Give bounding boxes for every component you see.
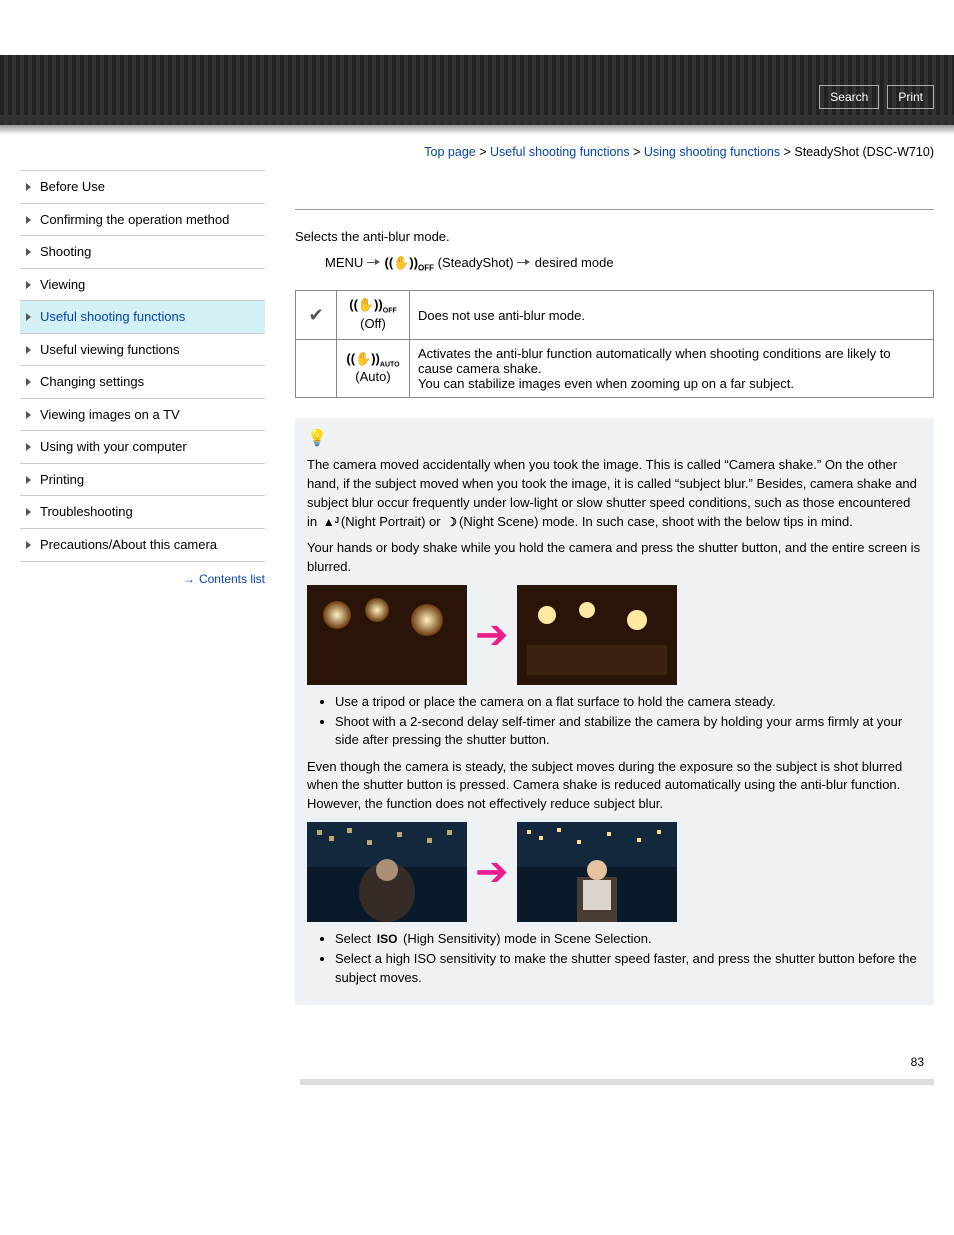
sidebar-item[interactable]: Viewing — [20, 269, 265, 302]
mode-cell: ((✋))AUTO(Auto) — [337, 340, 410, 398]
sidebar-item[interactable]: Shooting — [20, 236, 265, 269]
desc-cell: Activates the anti-blur function automat… — [410, 340, 934, 398]
check-cell — [296, 340, 337, 398]
header-band: Search Print — [0, 55, 954, 125]
desc-cell: Does not use anti-blur mode. — [410, 291, 934, 340]
tips-list-1: Use a tripod or place the camera on a fl… — [307, 693, 922, 750]
list-item: Select a high ISO sensitivity to make th… — [335, 950, 922, 986]
breadcrumb: Top page > Useful shooting functions > U… — [295, 145, 934, 159]
arrow-right-large-icon: ➔ — [467, 612, 517, 658]
sidebar-item[interactable]: Confirming the operation method — [20, 204, 265, 237]
check-icon: ✔ — [308, 305, 323, 325]
sidebar-item[interactable]: Useful shooting functions — [20, 301, 265, 334]
footer-bar — [300, 1079, 934, 1085]
page-number: 83 — [0, 1045, 954, 1079]
blurred-room-image — [307, 585, 467, 685]
arrow-right-large-icon: ➔ — [467, 849, 517, 895]
steadyshot-off-icon: ((✋))OFF — [385, 255, 435, 273]
breadcrumb-top[interactable]: Top page — [424, 145, 475, 159]
arrow-right-icon — [517, 254, 531, 269]
breadcrumb-l2[interactable]: Using shooting functions — [644, 145, 780, 159]
modes-table: ✔ ((✋))OFF(Off)Does not use anti-blur mod… — [295, 290, 934, 398]
subject-blur-illustration: ➔ — [307, 822, 922, 922]
arrow-right-icon — [367, 254, 381, 269]
steadyshot-off-icon: ((✋))OFF — [349, 297, 397, 316]
steadyshot-auto-icon: ((✋))AUTO — [346, 351, 399, 370]
table-row: ((✋))AUTO(Auto)Activates the anti-blur f… — [296, 340, 934, 398]
tip-paragraph-2: Your hands or body shake while you hold … — [307, 539, 922, 577]
sidebar: Before UseConfirming the operation metho… — [20, 170, 265, 586]
sharp-room-image — [517, 585, 677, 685]
list-item: Shoot with a 2-second delay self-timer a… — [335, 713, 922, 749]
sidebar-item[interactable]: Printing — [20, 464, 265, 497]
camera-shake-illustration: ➔ — [307, 585, 922, 685]
mode-cell: ((✋))OFF(Off) — [337, 291, 410, 340]
main-content: Top page > Useful shooting functions > U… — [295, 145, 934, 1005]
tips-list-2: Select ISO (High Sensitivity) mode in Sc… — [307, 930, 922, 987]
breadcrumb-l1[interactable]: Useful shooting functions — [490, 145, 630, 159]
night-portrait-icon: ▲ᴶ — [321, 514, 341, 531]
night-scene-icon: ☽ — [444, 514, 459, 531]
contents-list-link[interactable]: →Contents list — [20, 572, 265, 586]
sidebar-item[interactable]: Using with your computer — [20, 431, 265, 464]
table-row: ✔ ((✋))OFF(Off)Does not use anti-blur mod… — [296, 291, 934, 340]
iso-icon: ISO — [375, 931, 400, 948]
print-button[interactable]: Print — [887, 85, 934, 109]
sidebar-item[interactable]: Troubleshooting — [20, 496, 265, 529]
list-item: Use a tripod or place the camera on a fl… — [335, 693, 922, 711]
list-item: Select ISO (High Sensitivity) mode in Sc… — [335, 930, 922, 948]
sharp-subject-image — [517, 822, 677, 922]
menu-path: MENU ((✋))OFF (SteadyShot) desired mode — [295, 255, 934, 273]
sidebar-item[interactable]: Useful viewing functions — [20, 334, 265, 367]
search-button[interactable]: Search — [819, 85, 879, 109]
tip-paragraph-3: Even though the camera is steady, the su… — [307, 758, 922, 815]
sidebar-item[interactable]: Precautions/About this camera — [20, 529, 265, 562]
sidebar-item[interactable]: Changing settings — [20, 366, 265, 399]
breadcrumb-current: SteadyShot (DSC-W710) — [794, 145, 934, 159]
arrow-right-icon: → — [183, 572, 195, 586]
check-cell: ✔ — [296, 291, 337, 340]
sidebar-item[interactable]: Viewing images on a TV — [20, 399, 265, 432]
tip-bulb-icon: 💡 — [307, 428, 922, 448]
tip-block: 💡 The camera moved accidentally when you… — [295, 418, 934, 1005]
blurred-subject-image — [307, 822, 467, 922]
tip-paragraph-1: The camera moved accidentally when you t… — [307, 456, 922, 531]
sidebar-item[interactable]: Before Use — [20, 171, 265, 204]
intro-text: Selects the anti-blur mode. — [295, 228, 934, 247]
